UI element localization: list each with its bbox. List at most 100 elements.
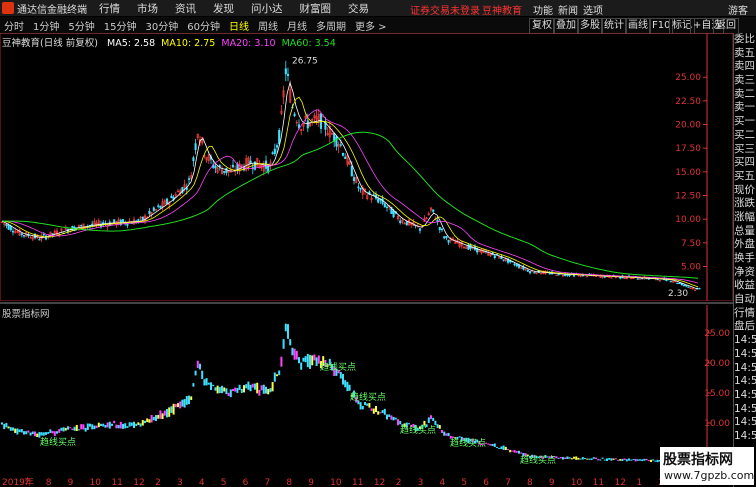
- candle-body: [271, 152, 274, 154]
- indicator-bar: [287, 324, 289, 339]
- indicator-bar: [566, 456, 569, 460]
- x-tick-label: 4: [199, 478, 205, 487]
- menu-item-market[interactable]: 市场: [137, 1, 158, 16]
- indicator-bar: [80, 424, 83, 430]
- indicator-bar: [45, 432, 47, 435]
- button-overlay[interactable]: 叠加: [553, 18, 579, 34]
- stock-alert[interactable]: 豆神教育: [482, 2, 522, 17]
- indicator-bar: [491, 443, 494, 446]
- indicator-bar: [489, 443, 492, 446]
- menu-options[interactable]: 选项: [583, 2, 603, 17]
- login-alert[interactable]: 证券交易未登录: [410, 2, 480, 17]
- menu-item-ask[interactable]: 问小达: [251, 1, 283, 16]
- indicator-bar: [568, 457, 571, 459]
- indicator-chart[interactable]: 25.0020.0015.0010.00趋线买点趋线买点趋线买点趋线买点趋线买点…: [0, 305, 733, 475]
- indicator-bar: [40, 432, 43, 436]
- sidebar-item: 14:5: [734, 402, 756, 415]
- indicator-bar: [636, 459, 639, 461]
- candle-body: [440, 228, 444, 231]
- indicator-bar: [434, 420, 437, 426]
- sub-y-tick-label: 25.00: [704, 329, 730, 339]
- button-fuquan[interactable]: 复权: [529, 18, 555, 34]
- x-tick-label: 11: [111, 478, 122, 487]
- indicator-bar: [271, 382, 274, 392]
- menu-function[interactable]: 功能: [533, 2, 553, 17]
- button-multistock[interactable]: 多股: [577, 18, 603, 34]
- x-tick-label: 9: [308, 478, 314, 487]
- watermark-title: 股票指标网: [663, 452, 733, 468]
- period-15min[interactable]: 15分钟: [104, 18, 137, 33]
- period-multi[interactable]: 多周期: [316, 18, 346, 33]
- period-monthly[interactable]: 月线: [287, 18, 307, 33]
- menu-item-hq[interactable]: 行情: [99, 1, 120, 16]
- indicator-bar: [614, 458, 617, 460]
- indicator-bar: [108, 421, 111, 429]
- button-draw[interactable]: 画线: [625, 18, 651, 34]
- indicator-bar: [606, 458, 608, 461]
- period-fenshi[interactable]: 分时: [4, 18, 24, 33]
- indicator-bar: [97, 422, 100, 428]
- chart-divider[interactable]: [0, 302, 733, 304]
- indicator-bar: [339, 372, 342, 379]
- indicator-bar: [119, 421, 122, 429]
- indicator-bar: [135, 423, 138, 427]
- candle-body: [432, 209, 435, 212]
- indicator-bar: [559, 457, 562, 459]
- x-tick-label: 9: [68, 478, 74, 487]
- period-60min[interactable]: 60分钟: [187, 18, 220, 33]
- indicator-bar: [282, 339, 285, 349]
- indicator-bar: [408, 423, 410, 425]
- menu-guest[interactable]: 游客: [728, 2, 748, 17]
- candle-body: [273, 148, 276, 155]
- candlestick-chart[interactable]: 25.00 22.50 20.00 17.50 15.00 12.50 10.00 7.50 5…: [0, 33, 733, 301]
- app-logo-icon: [2, 2, 14, 14]
- candle-body: [447, 240, 450, 243]
- indicator-bar: [304, 356, 307, 363]
- indicator-bar: [245, 384, 248, 389]
- indicator-bar: [227, 392, 230, 397]
- period-daily[interactable]: 日线: [229, 18, 249, 33]
- candle-body: [214, 165, 217, 169]
- high-price-label: 26.75: [292, 57, 318, 67]
- menu-news2[interactable]: 新闻: [558, 2, 578, 17]
- watermark: 股票指标网 www.7gpzb.com: [660, 447, 754, 485]
- button-back[interactable]: 返回: [713, 18, 739, 34]
- candle-body: [357, 186, 360, 189]
- indicator-bar: [284, 323, 287, 332]
- period-5min[interactable]: 5分钟: [68, 18, 94, 33]
- period-weekly[interactable]: 周线: [258, 18, 278, 33]
- indicator-bar: [601, 457, 604, 459]
- indicator-bar: [106, 422, 109, 428]
- indicator-bar: [645, 458, 648, 461]
- indicator-bar: [291, 347, 294, 356]
- indicator-bar: [557, 457, 560, 459]
- indicator-bar: [361, 405, 364, 410]
- candle-body: [515, 264, 518, 267]
- indicator-bar: [161, 413, 164, 419]
- indicator-bar: [31, 431, 34, 435]
- menu-item-discover[interactable]: 发现: [213, 1, 234, 16]
- indicator-bar: [377, 411, 380, 415]
- candle-body: [687, 286, 690, 288]
- button-stats[interactable]: 统计: [601, 18, 627, 34]
- period-1min[interactable]: 1分钟: [33, 18, 59, 33]
- indicator-bar: [654, 460, 657, 462]
- candle-body: [656, 278, 659, 281]
- indicator-bar: [243, 385, 245, 393]
- menu-item-news[interactable]: 资讯: [175, 1, 196, 16]
- indicator-bar: [5, 423, 8, 428]
- candle-body: [159, 205, 162, 209]
- indicator-bar: [423, 420, 426, 426]
- x-tick-label: 12: [133, 478, 144, 487]
- sidebar-item: 14:5: [734, 388, 756, 401]
- menu-item-wealth[interactable]: 财富圈: [300, 1, 332, 16]
- indicator-bar: [205, 378, 208, 386]
- menu-item-trade[interactable]: 交易: [348, 1, 369, 16]
- indicator-bar: [115, 424, 118, 429]
- y-tick-label: 12.50: [675, 192, 701, 202]
- period-more[interactable]: 更多 >: [355, 18, 387, 33]
- indicator-bar: [7, 426, 10, 429]
- candle-body: [405, 221, 408, 226]
- indicator-bar: [298, 357, 300, 364]
- period-30min[interactable]: 30分钟: [145, 18, 178, 33]
